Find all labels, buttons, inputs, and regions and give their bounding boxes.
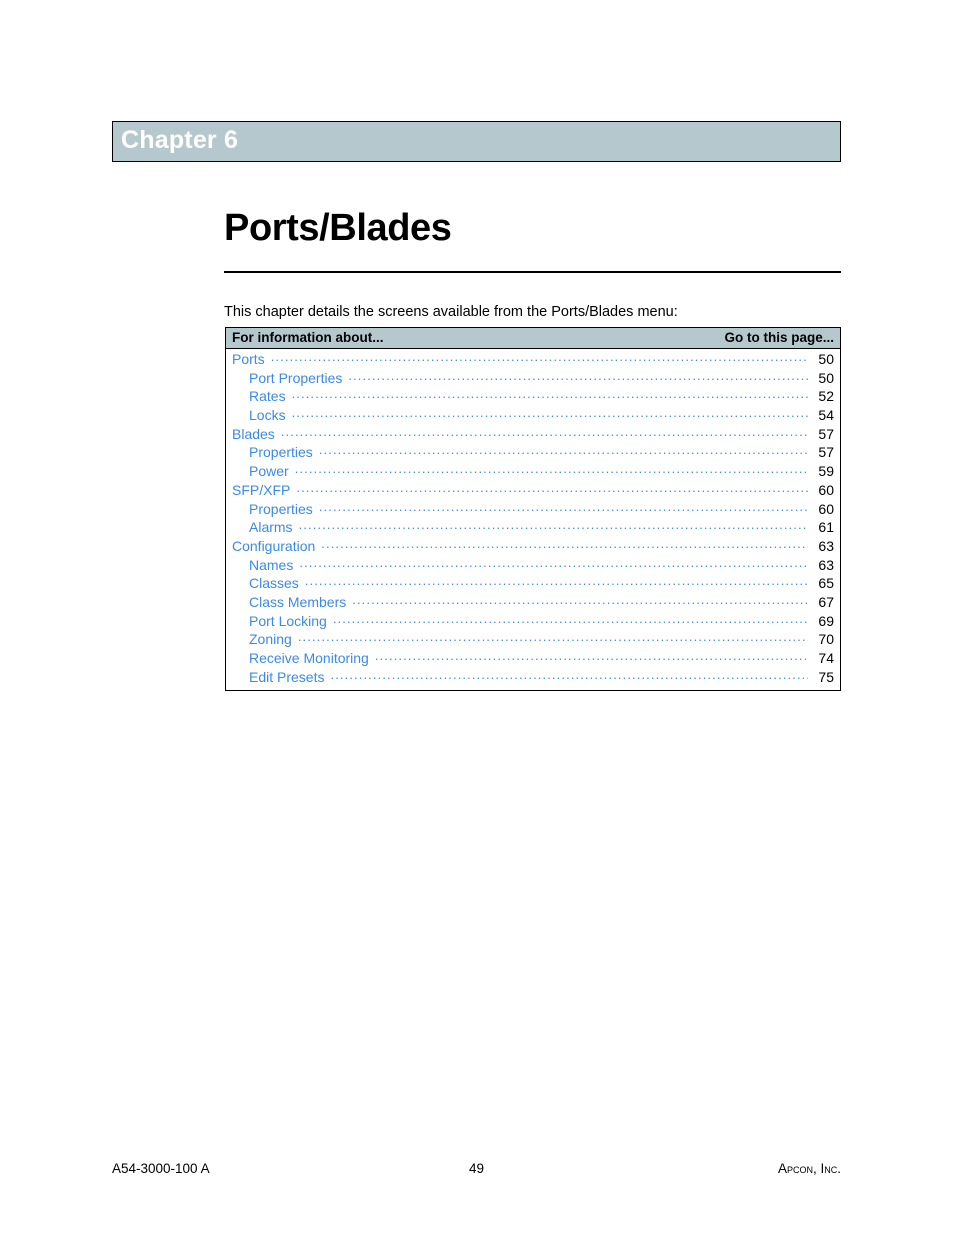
toc-entry[interactable]: Receive Monitoring 74 [226,650,840,669]
page-footer: A54-3000-100 A 49 Apcon, Inc. [112,1161,841,1176]
toc-entry-page-number: 67 [818,593,834,610]
toc-entry[interactable]: Ports 50 [226,351,840,370]
toc-entry[interactable]: Alarms 61 [226,519,840,538]
page-title: Ports/Blades [224,207,452,250]
toc-dot-leader [271,351,808,364]
toc-entry[interactable]: Properties 57 [226,444,840,463]
toc-dot-leader [321,538,808,551]
toc-entry[interactable]: Locks 54 [226,407,840,426]
toc-header-left: For information about... [232,330,384,346]
toc-dot-leader [295,463,808,476]
toc-entry-page-number: 59 [818,463,834,480]
toc-dot-leader [330,669,808,682]
toc-entry-label[interactable]: Zoning [230,632,292,646]
toc-entry[interactable]: SFP/XFP 60 [226,482,840,501]
toc-entry-page-number: 63 [818,556,834,573]
toc-entry-label[interactable]: Alarms [230,520,293,534]
toc-entry-page-number: 52 [818,388,834,405]
toc-entry[interactable]: Class Members 67 [226,594,840,613]
document-page: Chapter 6 Ports/Blades This chapter deta… [0,0,954,1235]
toc-entry-page-number: 74 [818,650,834,666]
toc-dot-leader [292,388,808,401]
toc-entry[interactable]: Power 59 [226,463,840,482]
toc-entry-page-number: 50 [818,369,834,386]
toc-row-list: Ports 50 Port Properties 50 Rates 52 Locks 54 Bl… [226,349,840,690]
toc-entry-label[interactable]: SFP/XFP [230,483,290,497]
toc-entry-label[interactable]: Rates [230,389,286,403]
toc-entry-label[interactable]: Ports [230,352,265,366]
toc-entry-page-number: 50 [818,351,834,367]
toc-entry[interactable]: Properties 60 [226,501,840,520]
toc-entry-page-number: 70 [818,631,834,648]
toc-entry[interactable]: Port Properties 50 [226,370,840,389]
toc-dot-leader [299,557,808,570]
toc-entry-page-number: 65 [818,575,834,592]
toc-entry-page-number: 57 [818,425,834,442]
toc-dot-leader [299,519,808,532]
toc-entry-label[interactable]: Classes [230,576,299,590]
toc-entry[interactable]: Configuration 63 [226,538,840,557]
toc-dot-leader [292,407,808,420]
toc-header-row: For information about... Go to this page… [226,328,840,349]
toc-entry-page-number: 60 [818,500,834,517]
toc-entry-page-number: 57 [818,444,834,461]
toc-entry-label[interactable]: Receive Monitoring [230,651,369,665]
toc-entry[interactable]: Rates 52 [226,388,840,407]
toc-entry-label[interactable]: Locks [230,408,286,422]
toc-dot-leader [319,501,808,514]
toc-entry-label[interactable]: Port Locking [230,614,327,628]
toc-header-right: Go to this page... [724,330,834,346]
chapter-number-label: Chapter 6 [121,126,239,154]
toc-entry-label[interactable]: Configuration [230,539,315,553]
toc-entry-label[interactable]: Properties [230,445,313,459]
toc-entry-page-number: 54 [818,407,834,424]
footer-page-number: 49 [468,1161,485,1176]
toc-entry-page-number: 63 [818,537,834,554]
table-of-contents: For information about... Go to this page… [225,327,841,692]
toc-entry-page-number: 61 [818,519,834,536]
toc-dot-leader [352,594,808,607]
toc-entry-page-number: 75 [818,668,834,685]
toc-entry-label[interactable]: Power [230,464,289,478]
chapter-banner: Chapter 6 [112,121,841,162]
toc-dot-leader [298,631,808,644]
toc-entry-page-number: 69 [818,612,834,629]
toc-dot-leader [296,482,808,495]
toc-entry-label[interactable]: Names [230,558,293,572]
toc-entry[interactable]: Classes 65 [226,575,840,594]
toc-entry-label[interactable]: Port Properties [230,371,342,385]
toc-entry-label[interactable]: Blades [230,427,275,441]
toc-entry-page-number: 60 [818,481,834,498]
toc-entry[interactable]: Names 63 [226,557,840,576]
toc-entry-label[interactable]: Class Members [230,595,346,609]
toc-dot-leader [333,613,808,626]
toc-dot-leader [348,370,808,383]
toc-entry[interactable]: Edit Presets 75 [226,669,840,688]
toc-dot-leader [305,575,808,588]
toc-dot-leader [281,426,808,439]
toc-entry[interactable]: Zoning 70 [226,631,840,650]
toc-entry-label[interactable]: Properties [230,502,313,516]
toc-entry[interactable]: Blades 57 [226,426,840,445]
toc-dot-leader [375,650,808,663]
toc-entry[interactable]: Port Locking 69 [226,613,840,632]
intro-paragraph: This chapter details the screens availab… [224,303,678,320]
toc-entry-label[interactable]: Edit Presets [230,670,324,684]
title-divider [224,271,841,273]
toc-dot-leader [319,444,808,457]
